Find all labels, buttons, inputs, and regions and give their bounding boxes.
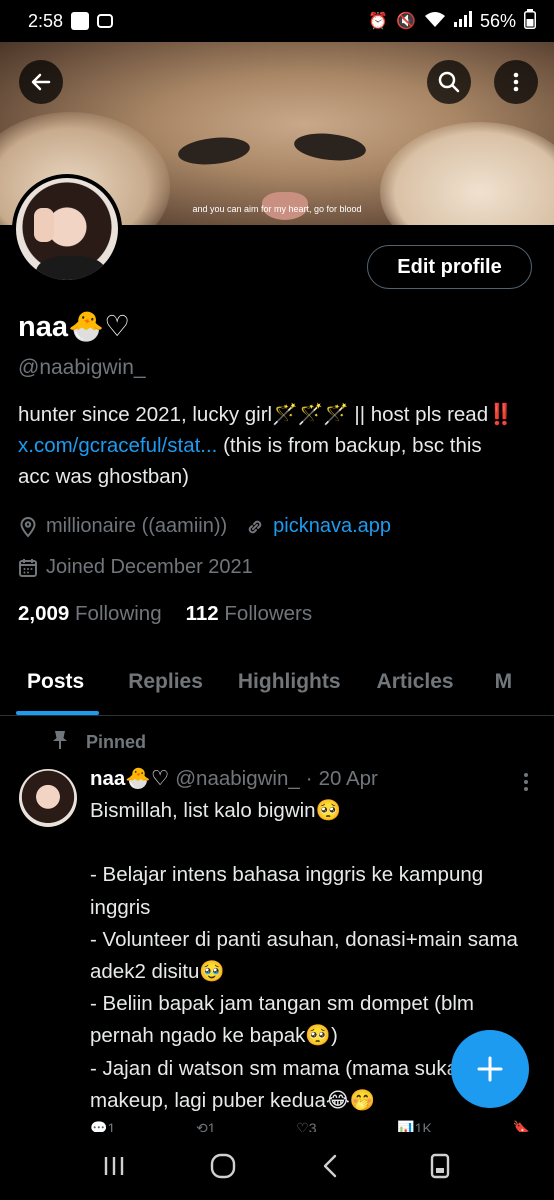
post-date[interactable]: 20 Apr <box>319 767 378 791</box>
bio-text-part-1: hunter since 2021, lucky girl🪄🪄🪄 || host… <box>18 403 514 426</box>
search-icon <box>438 71 460 93</box>
following-label: Following <box>75 602 162 625</box>
link-icon <box>245 517 265 537</box>
home-icon <box>210 1153 235 1179</box>
post-header: naa🐣♡ @naabigwin_ · 20 Apr <box>90 766 378 791</box>
battery-icon <box>524 8 536 34</box>
status-bar: 2:58 ⏰ 🔇 56% <box>0 0 554 42</box>
tab-articles[interactable]: Articles <box>377 660 454 715</box>
profile-handle: @naabigwin_ <box>18 356 146 379</box>
post-author-handle[interactable]: @naabigwin_ <box>175 767 300 791</box>
edit-profile-button[interactable]: Edit profile <box>367 245 532 289</box>
battery-level: 56% <box>479 10 516 31</box>
profile-meta-location-website: millionaire ((aamiin)) picknava.app <box>18 515 391 538</box>
active-tab-indicator <box>16 711 99 715</box>
pinned-label-row: Pinned <box>52 730 146 755</box>
following-link[interactable]: 2,009 Following <box>18 602 162 626</box>
compose-post-button[interactable] <box>451 1030 529 1108</box>
tab-media[interactable]: M <box>495 660 513 715</box>
following-count: 2,009 <box>18 602 70 625</box>
profile-name: naa🐣♡ <box>18 311 131 343</box>
followers-link[interactable]: 112 Followers <box>186 602 313 626</box>
back-button[interactable] <box>19 60 63 104</box>
tab-replies[interactable]: Replies <box>128 660 203 715</box>
status-right: ⏰ 🔇 56% <box>368 8 536 34</box>
mute-icon: 🔇 <box>396 13 416 30</box>
home-button[interactable] <box>203 1146 243 1186</box>
screenshot-button[interactable] <box>420 1146 460 1186</box>
search-button[interactable] <box>427 60 471 104</box>
bio-link[interactable]: x.com/gcraceful/stat... <box>18 434 217 457</box>
post-more-button[interactable] <box>514 770 538 794</box>
status-time: 2:58 <box>28 10 64 31</box>
post-separator: · <box>305 767 313 790</box>
post-author-avatar[interactable] <box>19 769 77 827</box>
recent-apps-button[interactable] <box>94 1146 134 1186</box>
followers-count: 112 <box>185 602 219 625</box>
calendar-icon <box>18 558 38 578</box>
profile-website-link[interactable]: picknava.app <box>273 515 391 538</box>
lock-notification-icon <box>97 14 114 28</box>
screenshot-icon <box>430 1153 449 1179</box>
back-icon <box>324 1154 337 1178</box>
profile-tabs: Posts Replies Highlights Articles M <box>0 660 554 716</box>
signal-icon <box>453 10 472 32</box>
more-options-button[interactable] <box>494 60 538 104</box>
profile-joined-date: Joined December 2021 <box>46 556 253 578</box>
more-vertical-icon <box>524 773 528 791</box>
follow-stats: 2,009 Following 112 Followers <box>18 602 312 626</box>
system-back-button[interactable] <box>311 1146 351 1186</box>
profile-bio: hunter since 2021, lucky girl🪄🪄🪄 || host… <box>18 399 518 492</box>
more-vertical-icon <box>513 72 519 92</box>
checkbox-notification-icon <box>71 12 90 30</box>
status-left: 2:58 <box>28 10 114 32</box>
pinned-label: Pinned <box>86 732 147 752</box>
profile-location: millionaire ((aamiin)) <box>46 515 228 537</box>
post-author-name[interactable]: naa🐣♡ <box>90 766 169 791</box>
followers-label: Followers <box>224 602 313 625</box>
pin-icon <box>52 730 68 755</box>
system-navigation-bar <box>0 1132 554 1200</box>
wifi-icon <box>424 11 446 32</box>
profile-meta-joined: Joined December 2021 <box>18 556 253 579</box>
back-arrow-icon <box>31 73 51 91</box>
location-pin-icon <box>18 516 38 538</box>
tab-highlights[interactable]: Highlights <box>238 660 341 715</box>
alarm-icon: ⏰ <box>368 13 389 30</box>
tab-posts[interactable]: Posts <box>27 660 84 715</box>
plus-icon <box>477 1056 503 1082</box>
recent-apps-icon <box>105 1157 124 1175</box>
profile-avatar[interactable] <box>12 174 122 284</box>
